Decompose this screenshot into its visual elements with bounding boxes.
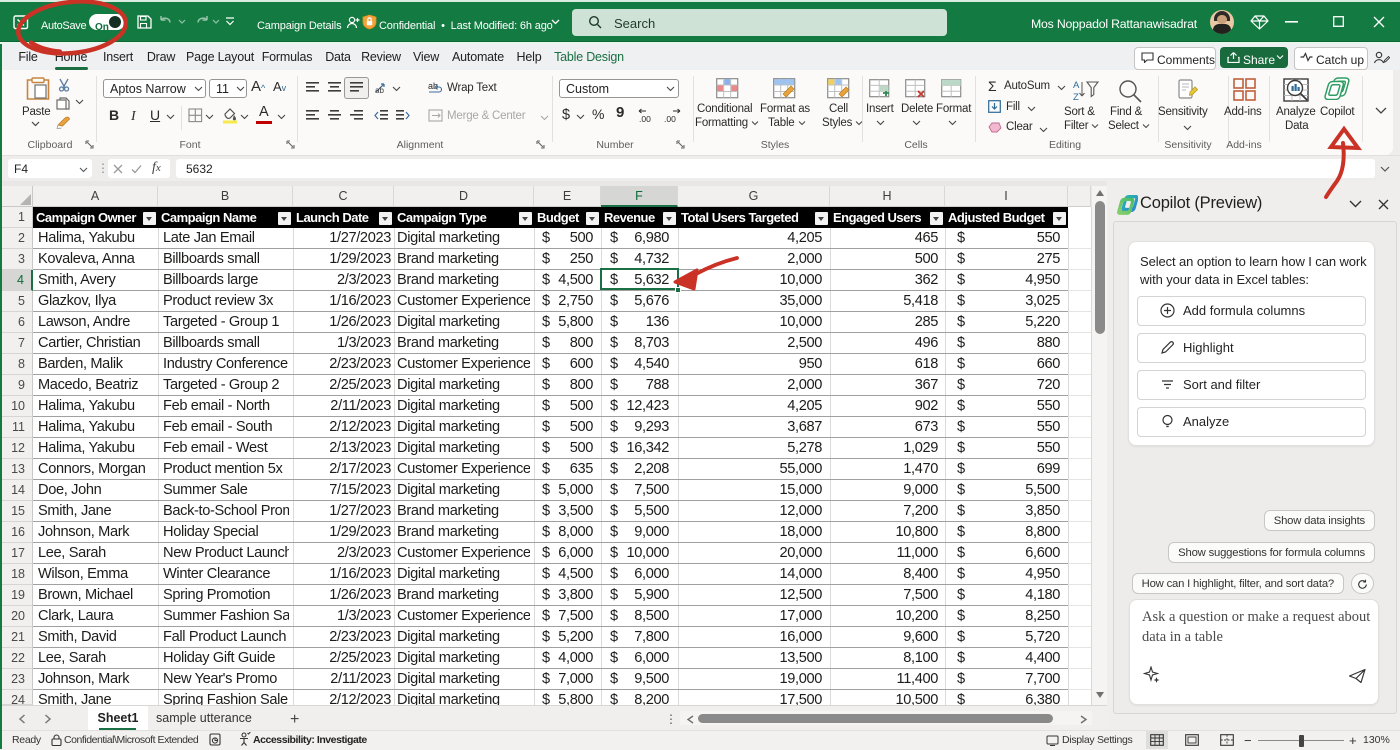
svg-text:Z: Z [1073, 92, 1079, 103]
svg-text:A: A [1073, 80, 1080, 91]
svg-text:ab: ab [375, 86, 384, 94]
svg-text:.00: .00 [664, 114, 676, 124]
svg-text:.00: .00 [639, 114, 651, 124]
